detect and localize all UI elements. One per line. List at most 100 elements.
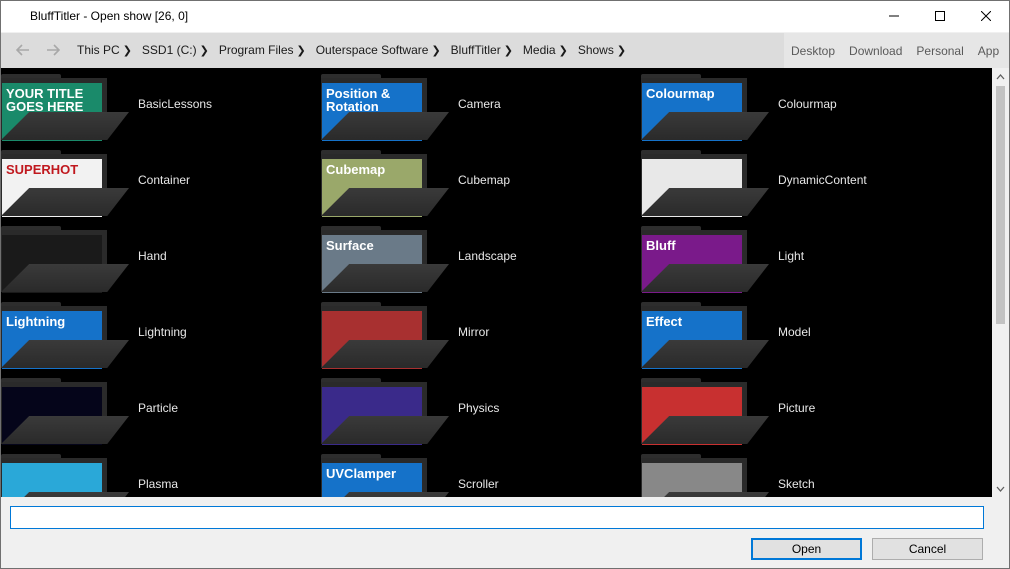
breadcrumb-item[interactable]: Media ❯ [523, 43, 568, 57]
minimize-button[interactable] [871, 1, 917, 31]
window-title: BluffTitler - Open show [26, 0] [30, 9, 189, 23]
quick-link[interactable]: Personal [916, 44, 963, 58]
chevron-right-icon: ❯ [558, 44, 568, 57]
thumbnail-text: Bluff [646, 238, 676, 253]
show-folder-item[interactable]: SUPERHOT Container [1, 144, 321, 220]
folder-label: Cubemap [458, 173, 511, 187]
show-folder-item[interactable]: DynamicContent [641, 144, 961, 220]
quick-link[interactable]: Download [849, 44, 902, 58]
folder-icon: Effect [641, 302, 769, 369]
folder-icon: SUPERHOT [1, 150, 129, 217]
folder-thumbnail: UVClamper [322, 463, 422, 497]
folder-label: Picture [778, 401, 816, 415]
open-button[interactable]: Open [751, 538, 862, 560]
arrow-left-icon [16, 44, 29, 56]
scroll-up-button[interactable] [992, 68, 1009, 85]
breadcrumb-label: Shows [577, 43, 614, 57]
folder-label: Particle [138, 401, 179, 415]
show-folder-item[interactable]: Plasma [1, 448, 321, 497]
breadcrumb-label: This PC [77, 43, 120, 57]
chevron-right-icon: ❯ [296, 44, 306, 57]
scroll-down-button[interactable] [992, 480, 1009, 497]
maximize-button[interactable] [917, 1, 963, 31]
show-folder-item[interactable]: YOUR TITLE GOES HERE BasicLessons [1, 68, 321, 144]
breadcrumb-label: Program Files [218, 43, 294, 57]
show-folder-grid: YOUR TITLE GOES HERE BasicLessons Position… [1, 68, 992, 497]
thumbnail-text: Surface [326, 238, 374, 253]
quick-link[interactable]: App [978, 44, 999, 58]
show-folder-item[interactable]: Bluff Light [641, 220, 961, 296]
show-folder-item[interactable]: Particle [1, 372, 321, 448]
breadcrumb-item[interactable]: Program Files ❯ [219, 43, 306, 57]
folder-thumbnail [642, 463, 742, 497]
show-folder-item[interactable]: Colourmap Colourmap [641, 68, 961, 144]
folder-icon: Surface [321, 226, 449, 293]
chevron-right-icon: ❯ [122, 44, 132, 57]
chevron-right-icon: ❯ [199, 44, 209, 57]
folder-icon [641, 378, 769, 445]
thumbnail-text: Position & Rotation [326, 86, 391, 114]
folder-label: Container [138, 173, 191, 187]
folder-icon [641, 454, 769, 497]
folder-icon [321, 378, 449, 445]
show-folder-item[interactable]: Position & Rotation Camera [321, 68, 641, 144]
show-folder-item[interactable]: Physics [321, 372, 641, 448]
folder-label: Landscape [458, 249, 517, 263]
thumbnail-text: UVClamper [326, 466, 397, 481]
thumbnail-text: SUPERHOT [6, 162, 79, 177]
cancel-button[interactable]: Cancel [872, 538, 983, 560]
scroll-thumb[interactable] [996, 86, 1005, 324]
breadcrumb-item[interactable]: BluffTitler ❯ [451, 43, 513, 57]
folder-label: Plasma [138, 477, 179, 491]
breadcrumb-item[interactable]: SSD1 (C:) ❯ [142, 43, 209, 57]
back-button[interactable] [13, 42, 33, 58]
folder-label: Mirror [458, 325, 490, 339]
close-icon [981, 11, 991, 21]
quick-link[interactable]: Desktop [791, 44, 835, 58]
breadcrumb-label: BluffTitler [450, 43, 501, 57]
folder-label: DynamicContent [778, 173, 867, 187]
breadcrumb-item[interactable]: Outerspace Software ❯ [316, 43, 441, 57]
close-button[interactable] [963, 1, 1009, 31]
breadcrumb-item[interactable]: Shows ❯ [578, 43, 626, 57]
breadcrumb-label: Outerspace Software [315, 43, 429, 57]
show-folder-item[interactable]: Lightning Lightning [1, 296, 321, 372]
folder-thumbnail [2, 463, 102, 497]
folder-label: Model [778, 325, 811, 339]
title-bar: BluffTitler - Open show [26, 0] [1, 1, 1009, 32]
folder-icon: Lightning [1, 302, 129, 369]
folder-label: Camera [458, 97, 501, 111]
folder-label: Physics [458, 401, 500, 415]
show-folder-item[interactable]: Surface Landscape [321, 220, 641, 296]
show-folder-item[interactable]: Mirror [321, 296, 641, 372]
folder-icon: Cubemap [321, 150, 449, 217]
folder-icon: UVClamper [321, 454, 449, 497]
filename-input[interactable] [10, 506, 984, 529]
show-folder-item[interactable]: Picture [641, 372, 961, 448]
folder-icon: YOUR TITLE GOES HERE [1, 74, 129, 141]
vertical-scrollbar[interactable] [992, 68, 1009, 497]
forward-button[interactable] [43, 42, 63, 58]
folder-label: Light [778, 249, 805, 263]
breadcrumb-item[interactable]: This PC ❯ [77, 43, 132, 57]
chevron-right-icon: ❯ [503, 44, 513, 57]
show-folder-item[interactable]: Sketch [641, 448, 961, 497]
arrow-right-icon [47, 44, 60, 56]
folder-icon [1, 378, 129, 445]
folder-label: BasicLessons [138, 97, 213, 111]
show-folder-item[interactable]: Hand [1, 220, 321, 296]
chevron-right-icon: ❯ [616, 44, 627, 57]
chevron-up-icon [996, 73, 1005, 79]
folder-icon: Colourmap [641, 74, 769, 141]
show-folder-item[interactable]: Effect Model [641, 296, 961, 372]
folder-label: Lightning [138, 325, 187, 339]
folder-label: Scroller [458, 477, 499, 491]
thumbnail-text: Cubemap [326, 162, 386, 177]
show-folder-item[interactable]: UVClamper Scroller [321, 448, 641, 497]
thumbnail-text: Lightning [6, 314, 66, 329]
folder-icon [1, 454, 129, 497]
folder-label: Colourmap [778, 97, 837, 111]
breadcrumb-label: Media [522, 43, 556, 57]
folder-icon: Bluff [641, 226, 769, 293]
show-folder-item[interactable]: Cubemap Cubemap [321, 144, 641, 220]
